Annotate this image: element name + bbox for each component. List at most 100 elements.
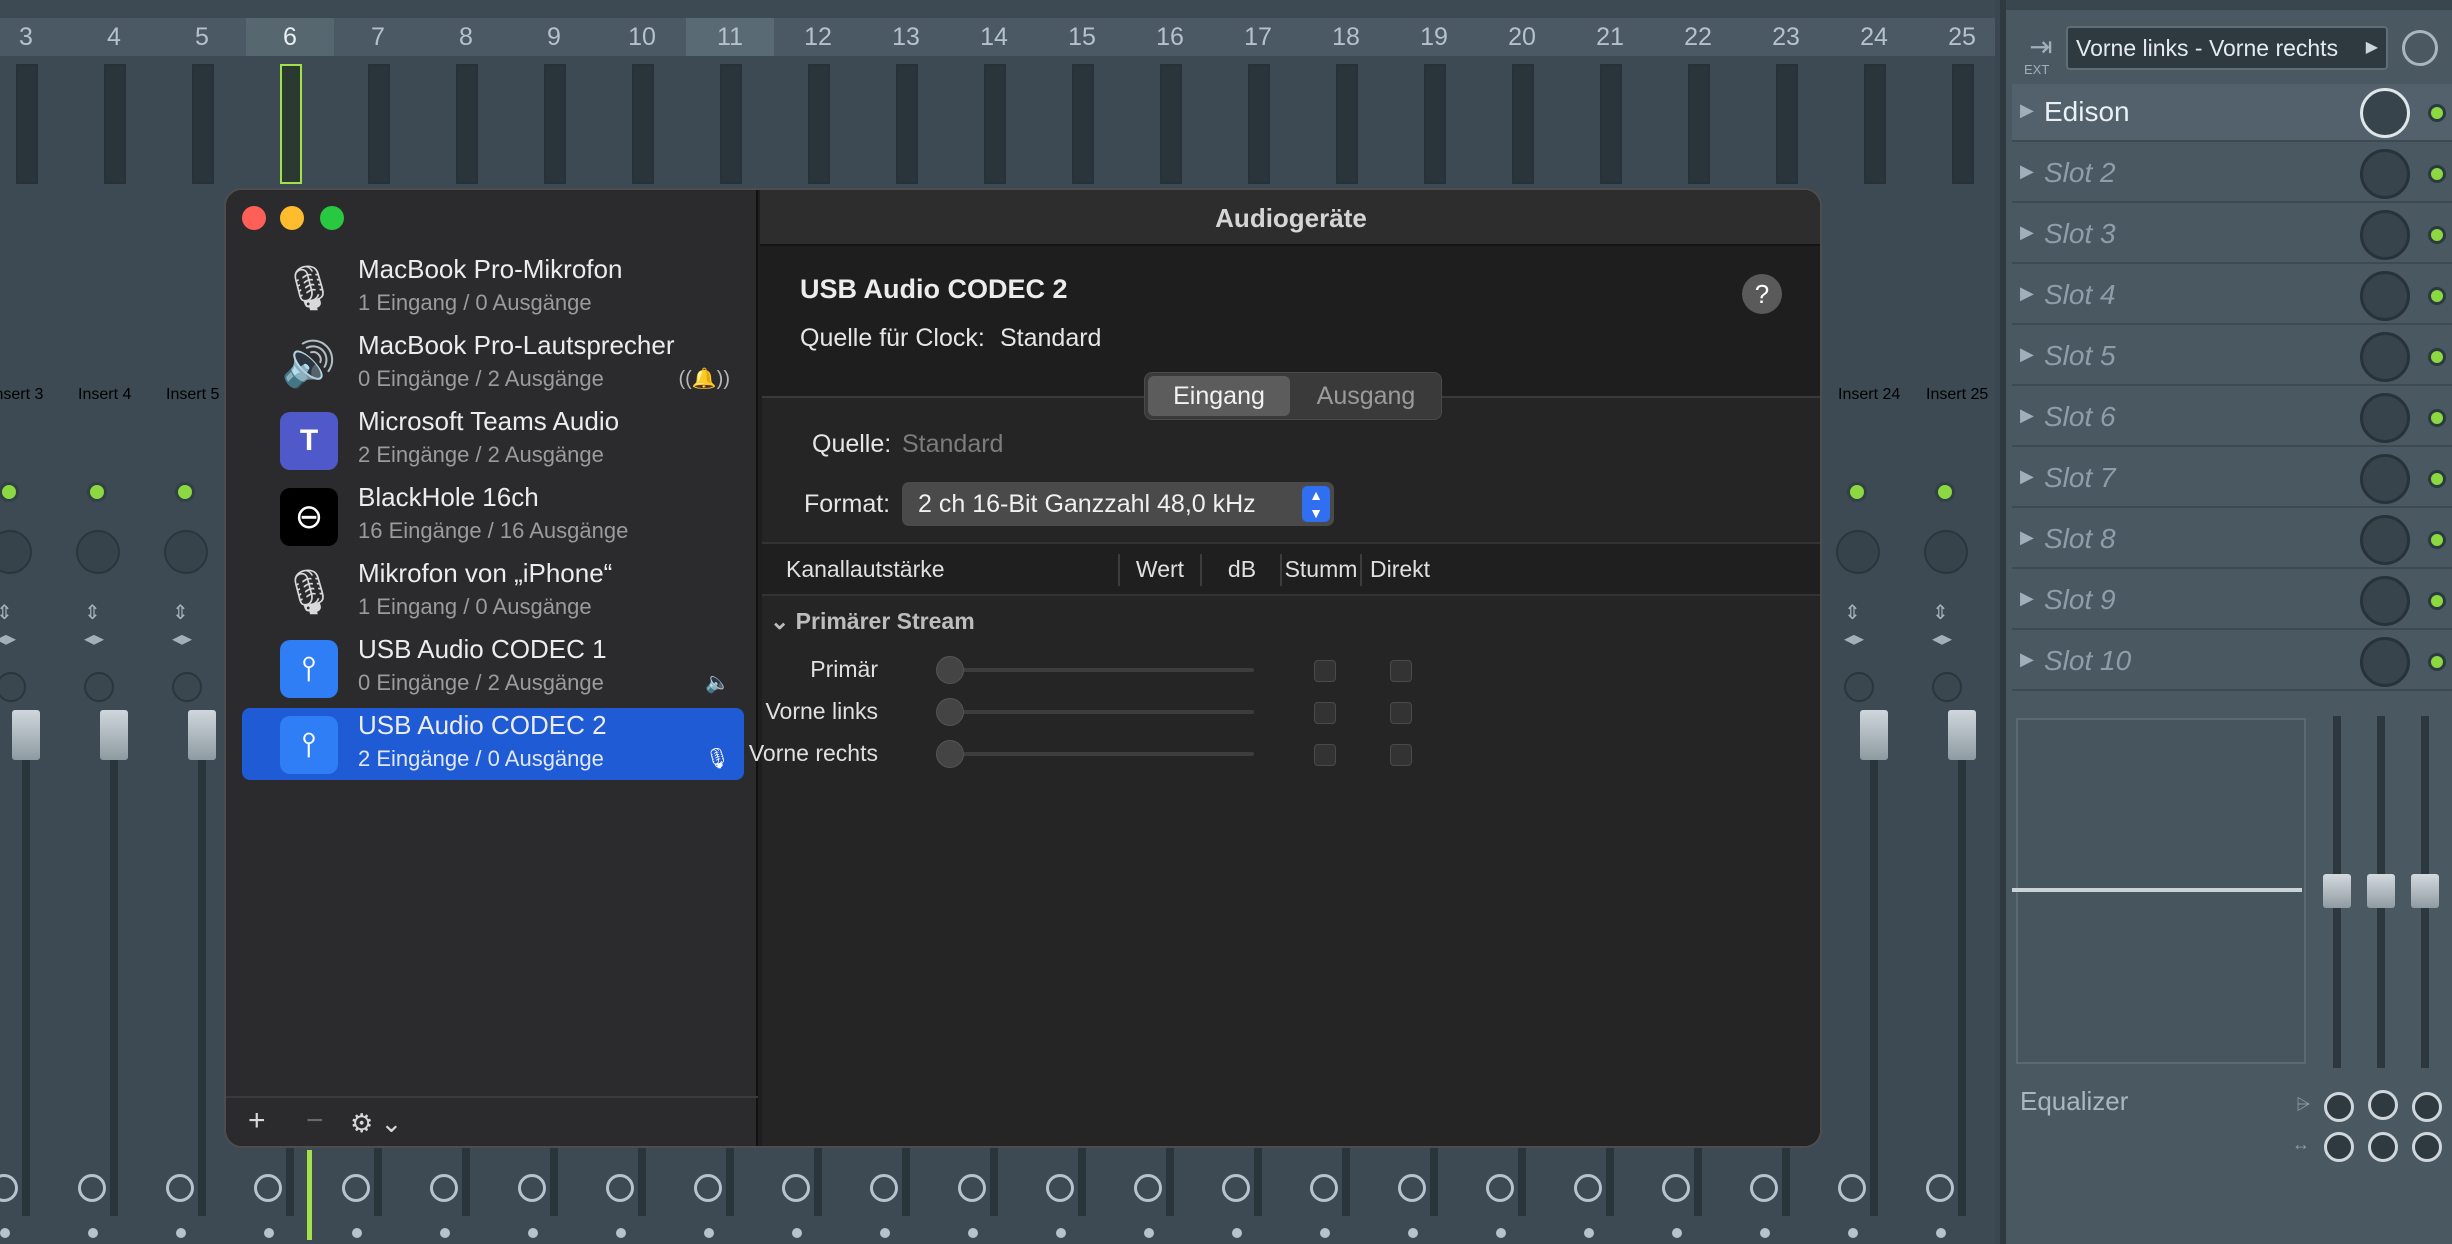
route-dot[interactable] <box>1408 1228 1418 1238</box>
clock-icon[interactable] <box>254 1174 282 1202</box>
swap-arrows-icon[interactable]: ⇕ ◂▸ <box>172 600 192 652</box>
track-number[interactable]: 19 <box>1390 18 1478 56</box>
swap-arrows-icon[interactable]: ⇕ ◂▸ <box>0 600 16 652</box>
pan-knob[interactable] <box>76 530 120 574</box>
eq-handle-low[interactable] <box>2323 874 2351 908</box>
route-dot[interactable] <box>1936 1228 1946 1238</box>
slot-mix-knob[interactable] <box>2360 149 2410 199</box>
pan-knob[interactable] <box>164 530 208 574</box>
expand-triangle-icon[interactable]: ▶ <box>2020 222 2034 243</box>
mute-checkbox[interactable] <box>1314 702 1336 724</box>
channel-volume-thumb[interactable] <box>936 656 964 684</box>
tab-output[interactable]: Ausgang <box>1295 376 1437 416</box>
route-dot[interactable] <box>704 1228 714 1238</box>
clock-icon[interactable] <box>1486 1174 1514 1202</box>
route-dot[interactable] <box>880 1228 890 1238</box>
swap-arrows-icon[interactable]: ⇕ ◂▸ <box>1844 600 1864 652</box>
clock-icon[interactable] <box>1574 1174 1602 1202</box>
track-number[interactable]: 23 <box>1742 18 1830 56</box>
route-dot[interactable] <box>1584 1228 1594 1238</box>
gear-menu-button[interactable]: ⚙ ⌄ <box>350 1108 402 1139</box>
effect-slot[interactable]: ▶ Slot 2 <box>2012 145 2452 203</box>
clock-icon[interactable] <box>1134 1174 1162 1202</box>
pan-knob[interactable] <box>0 530 32 574</box>
route-dot[interactable] <box>352 1228 362 1238</box>
slot-enable-led[interactable] <box>2428 592 2446 610</box>
eq-freq-knob-mid[interactable] <box>2368 1132 2398 1162</box>
route-dot[interactable] <box>1672 1228 1682 1238</box>
swap-arrows-icon[interactable]: ⇕ ◂▸ <box>1932 600 1952 652</box>
clock-icon[interactable] <box>1838 1174 1866 1202</box>
device-list-item[interactable]: T Microsoft Teams Audio 2 Eingänge / 2 Aus… <box>242 404 744 476</box>
route-dot[interactable] <box>1144 1228 1154 1238</box>
channel-volume-track[interactable] <box>944 752 1254 756</box>
eq-gain-knob-mid[interactable] <box>2368 1090 2398 1120</box>
eq-handle-mid[interactable] <box>2367 874 2395 908</box>
clock-source-value[interactable]: Standard <box>1000 324 1101 353</box>
direct-checkbox[interactable] <box>1390 702 1412 724</box>
track-number[interactable]: 16 <box>1126 18 1214 56</box>
clock-icon[interactable] <box>1926 1174 1954 1202</box>
clock-icon[interactable] <box>2402 30 2438 66</box>
slot-enable-led[interactable] <box>2428 226 2446 244</box>
eq-handle-high[interactable] <box>2411 874 2439 908</box>
pan-knob[interactable] <box>1836 530 1880 574</box>
clock-icon[interactable] <box>166 1174 194 1202</box>
route-dot[interactable] <box>440 1228 450 1238</box>
stereo-knob[interactable] <box>1844 672 1874 702</box>
track-number[interactable]: 24 <box>1830 18 1918 56</box>
channel-volume-thumb[interactable] <box>936 698 964 726</box>
channel-volume-track[interactable] <box>944 668 1254 672</box>
expand-triangle-icon[interactable]: ▶ <box>2020 283 2034 304</box>
zoom-button[interactable] <box>320 206 344 230</box>
mute-led[interactable] <box>175 482 195 502</box>
expand-triangle-icon[interactable]: ▶ <box>2020 344 2034 365</box>
track-number[interactable]: 14 <box>950 18 1038 56</box>
effect-slot[interactable]: ▶ Slot 10 <box>2012 633 2452 691</box>
route-dot[interactable] <box>1232 1228 1242 1238</box>
add-device-button[interactable]: + <box>248 1104 266 1138</box>
track-number[interactable]: 15 <box>1038 18 1126 56</box>
track-number[interactable]: 25 <box>1918 18 1995 56</box>
expand-triangle-icon[interactable]: ▶ <box>2020 405 2034 426</box>
device-list-item[interactable]: ⫯ USB Audio CODEC 2 2 Eingänge / 0 Ausgäng… <box>242 708 744 780</box>
stereo-knob[interactable] <box>0 672 26 702</box>
expand-triangle-icon[interactable]: ▶ <box>2020 649 2034 670</box>
mixer-strip[interactable]: ⇕ ◂▸ <box>0 56 70 1244</box>
track-number[interactable]: 13 <box>862 18 950 56</box>
route-dot[interactable] <box>1848 1228 1858 1238</box>
effect-slot[interactable]: ▶ Slot 3 <box>2012 206 2452 264</box>
minimize-button[interactable] <box>280 206 304 230</box>
track-number[interactable]: 18 <box>1302 18 1390 56</box>
clock-icon[interactable] <box>1662 1174 1690 1202</box>
clock-icon[interactable] <box>0 1174 18 1202</box>
clock-icon[interactable] <box>606 1174 634 1202</box>
direct-checkbox[interactable] <box>1390 660 1412 682</box>
stereo-knob[interactable] <box>1932 672 1962 702</box>
effect-slot[interactable]: ▶ Edison <box>2012 84 2452 142</box>
route-dot[interactable] <box>792 1228 802 1238</box>
effect-slot[interactable]: ▶ Slot 9 <box>2012 572 2452 630</box>
clock-icon[interactable] <box>1222 1174 1250 1202</box>
volume-fader[interactable] <box>12 710 40 760</box>
mixer-strip[interactable]: ⇕ ◂▸ <box>1918 56 1995 1244</box>
channel-volume-thumb[interactable] <box>936 740 964 768</box>
slot-enable-led[interactable] <box>2428 409 2446 427</box>
route-dot[interactable] <box>1320 1228 1330 1238</box>
slot-enable-led[interactable] <box>2428 470 2446 488</box>
expand-triangle-icon[interactable]: ▶ <box>2020 527 2034 548</box>
route-dot[interactable] <box>616 1228 626 1238</box>
effect-slot[interactable]: ▶ Slot 5 <box>2012 328 2452 386</box>
track-number[interactable]: 6 <box>246 18 334 56</box>
effect-slot[interactable]: ▶ Slot 6 <box>2012 389 2452 447</box>
route-dot[interactable] <box>528 1228 538 1238</box>
slot-mix-knob[interactable] <box>2360 515 2410 565</box>
slot-mix-knob[interactable] <box>2360 271 2410 321</box>
route-dot[interactable] <box>968 1228 978 1238</box>
slot-mix-knob[interactable] <box>2360 210 2410 260</box>
clock-icon[interactable] <box>782 1174 810 1202</box>
device-list-item[interactable]: 🎙 MacBook Pro-Mikrofon 1 Eingang / 0 Ausgä… <box>242 252 744 324</box>
track-number[interactable]: 10 <box>598 18 686 56</box>
track-number[interactable]: 12 <box>774 18 862 56</box>
slot-mix-knob[interactable] <box>2360 576 2410 626</box>
